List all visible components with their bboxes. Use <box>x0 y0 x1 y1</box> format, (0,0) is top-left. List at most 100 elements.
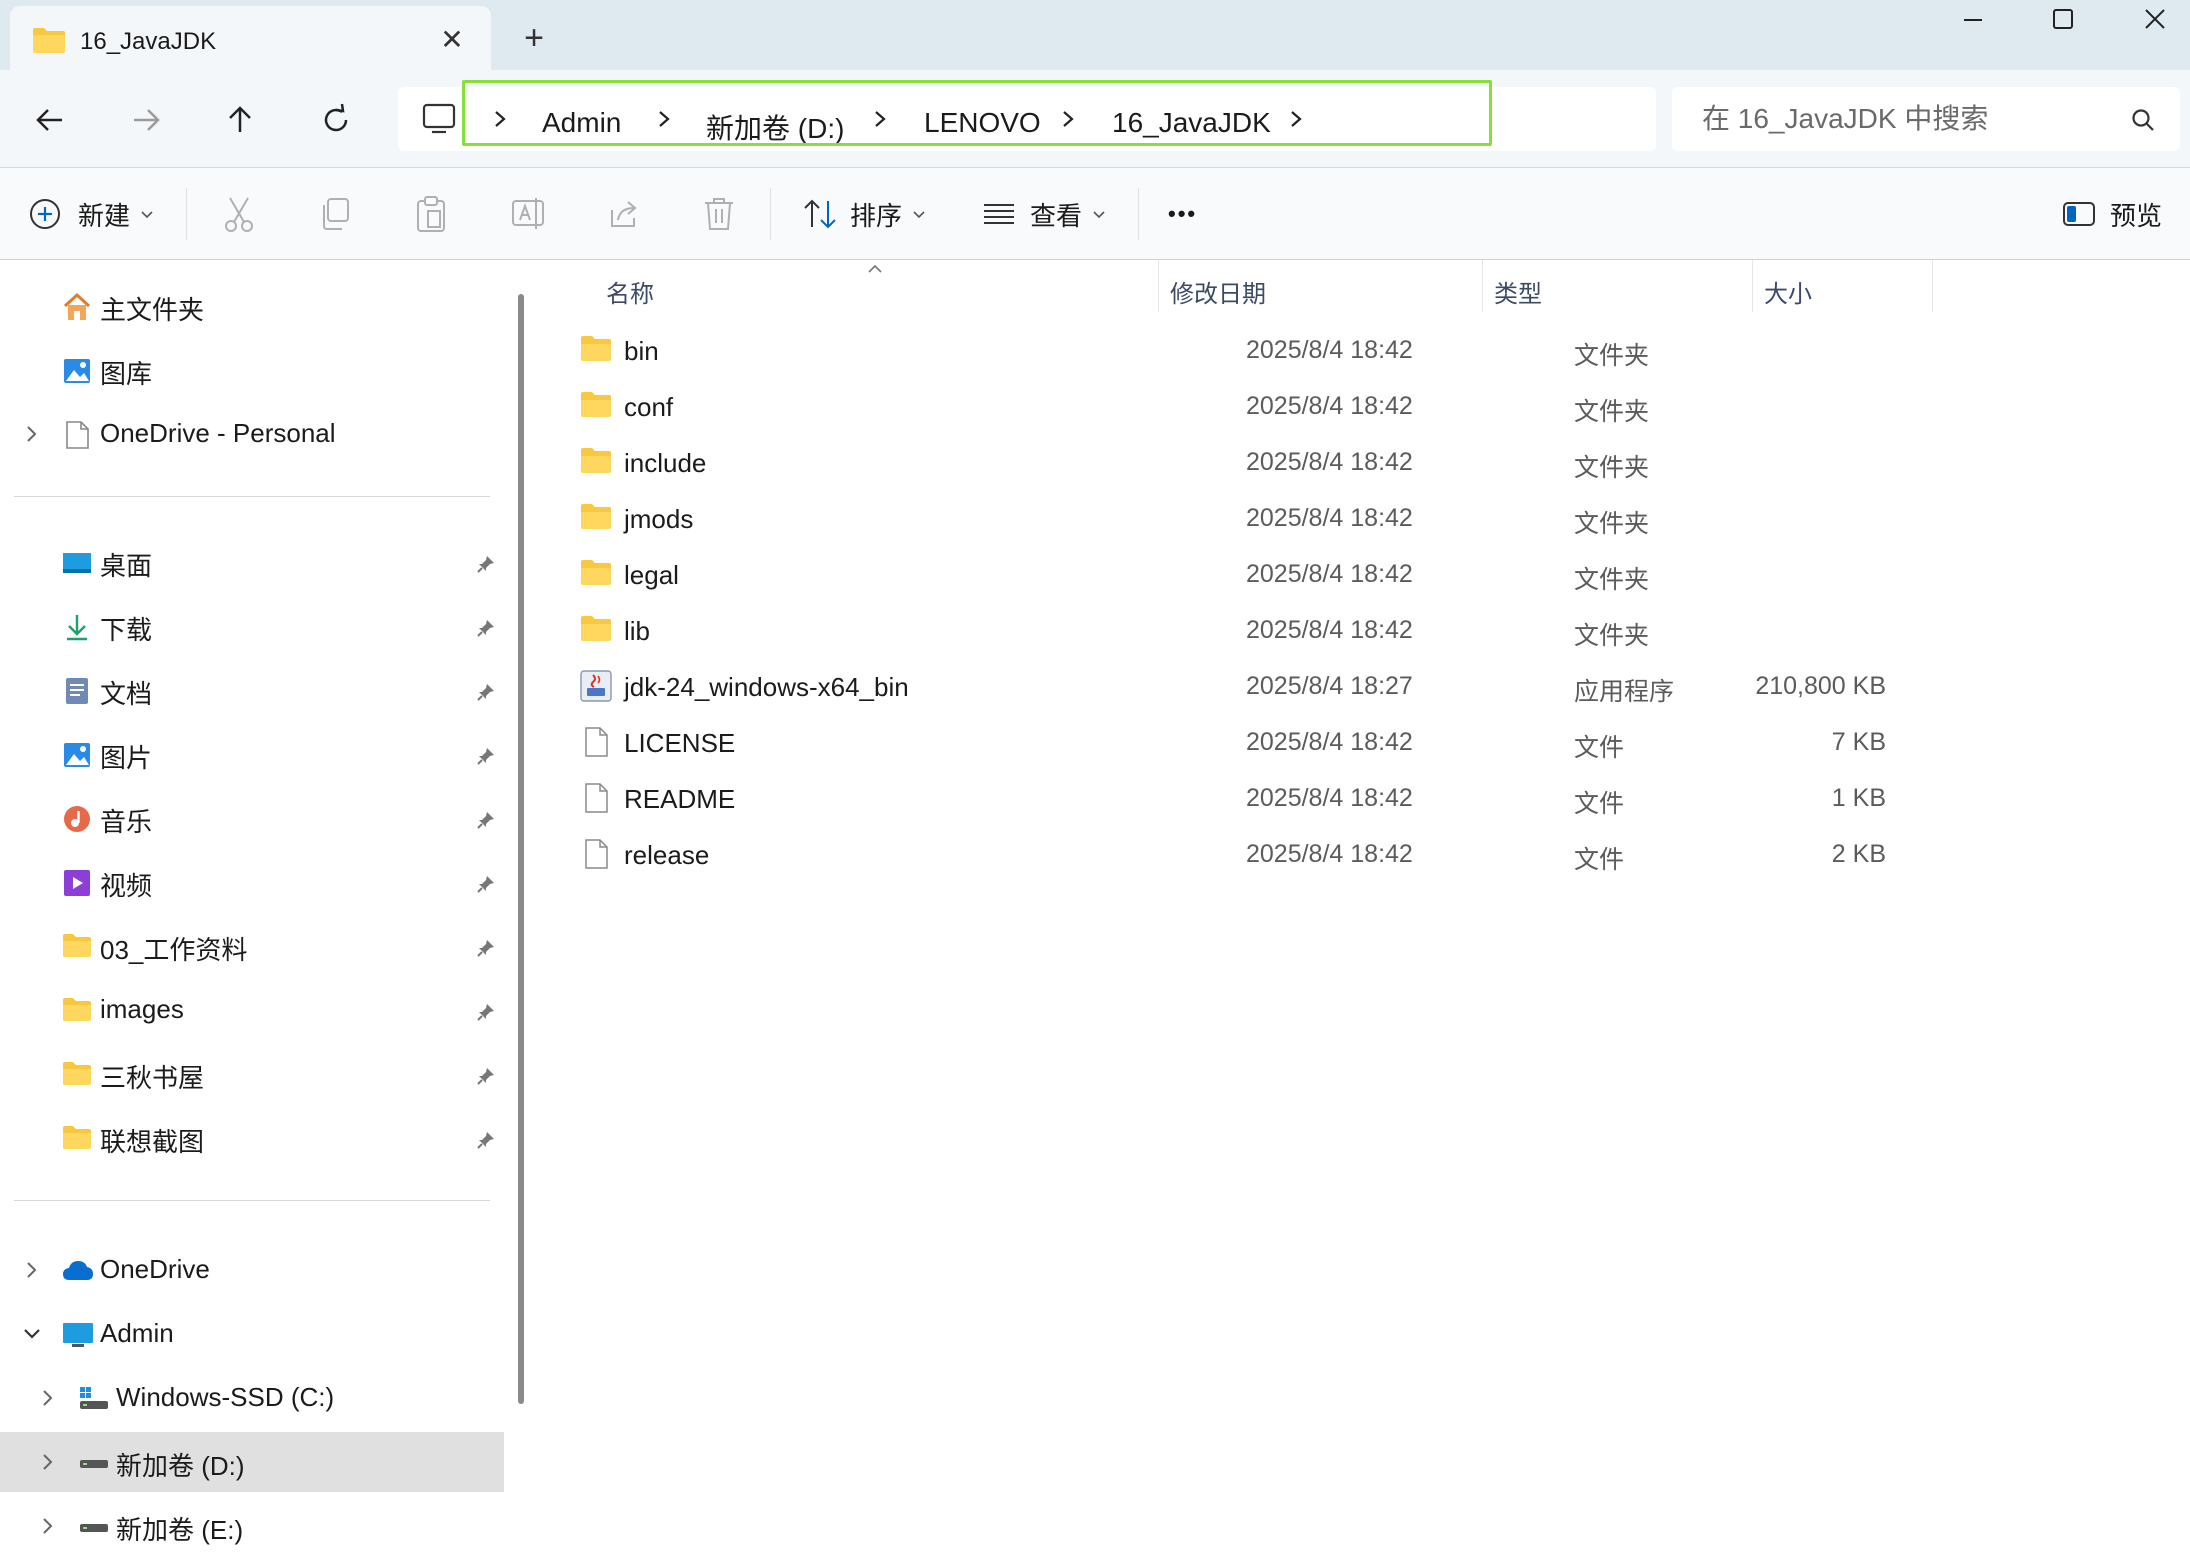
folder-icon <box>580 614 612 646</box>
minimize-button[interactable] <box>1928 0 2018 40</box>
table-row[interactable]: release 2025/8/4 18:42 文件 2 KB <box>574 826 1994 882</box>
chevron-right-icon[interactable] <box>38 1452 58 1477</box>
copy-button[interactable] <box>318 190 352 238</box>
chevron-down-icon[interactable] <box>22 1324 42 1349</box>
sidebar-divider <box>14 1200 490 1201</box>
download-icon <box>62 612 92 642</box>
view-button[interactable]: 查看 <box>982 190 1108 238</box>
back-button[interactable] <box>28 98 72 142</box>
sidebar-scrollbar-thumb[interactable] <box>518 294 524 1404</box>
column-divider[interactable] <box>1158 260 1159 312</box>
scissors-icon <box>225 197 253 232</box>
refresh-button[interactable] <box>314 98 358 142</box>
tab-16-javajdk[interactable]: 16_JavaJDK ✕ <box>10 6 491 70</box>
file-date: 2025/8/4 18:42 <box>1246 448 1413 476</box>
sidebar-item-music[interactable]: 音乐 <box>0 788 504 848</box>
file-list: 名称 修改日期 类型 大小 bin 2025/8/4 18:42 文件夹 con… <box>538 260 2190 1544</box>
sidebar-item-home[interactable]: 主文件夹 <box>0 276 504 336</box>
sidebar-item-work-files[interactable]: 03_工作资料 <box>0 916 504 976</box>
sidebar-item-pictures[interactable]: 图片 <box>0 724 504 784</box>
column-divider[interactable] <box>1752 260 1753 312</box>
sidebar-item-label: 桌面 <box>100 551 153 581</box>
search-box[interactable] <box>1672 87 2180 151</box>
table-row[interactable]: conf 2025/8/4 18:42 文件夹 <box>574 378 1994 434</box>
close-window-button[interactable] <box>2110 0 2190 40</box>
share-button[interactable] <box>606 190 642 238</box>
sidebar-item-images[interactable]: images <box>0 980 504 1040</box>
chevron-right-icon[interactable] <box>22 1260 42 1285</box>
list-view-icon <box>984 204 1014 224</box>
delete-button[interactable] <box>702 190 736 238</box>
column-header-size[interactable]: 大小 <box>1764 274 1812 309</box>
pin-icon[interactable] <box>476 682 496 707</box>
preview-button[interactable]: 预览 <box>2062 190 2162 238</box>
sidebar-item-drive-e[interactable]: 新加卷 (E:) <box>0 1496 504 1556</box>
column-header-type[interactable]: 类型 <box>1494 274 1542 309</box>
pin-icon[interactable] <box>476 1130 496 1155</box>
file-type: 文件夹 <box>1574 510 1650 538</box>
table-row[interactable]: LICENSE 2025/8/4 18:42 文件 7 KB <box>574 714 1994 770</box>
table-row[interactable]: legal 2025/8/4 18:42 文件夹 <box>574 546 1994 602</box>
table-row[interactable]: lib 2025/8/4 18:42 文件夹 <box>574 602 1994 658</box>
trash-icon <box>705 198 733 230</box>
sort-button[interactable]: 排序 <box>802 190 928 238</box>
chevron-right-icon[interactable] <box>38 1388 58 1413</box>
sidebar-item-onedrive[interactable]: OneDrive <box>0 1240 504 1300</box>
column-divider[interactable] <box>1932 260 1933 312</box>
file-type: 文件 <box>1574 790 1625 818</box>
forward-button[interactable] <box>124 98 168 142</box>
toolbar-divider <box>186 188 187 240</box>
paste-button[interactable] <box>414 190 448 238</box>
pin-icon[interactable] <box>476 810 496 835</box>
view-label: 查看 <box>1030 200 1083 231</box>
rename-button[interactable] <box>510 190 546 238</box>
search-icon[interactable] <box>2130 107 2156 138</box>
new-button[interactable]: 新建 <box>28 190 156 238</box>
column-divider[interactable] <box>1482 260 1483 312</box>
sidebar-item-onedrive-personal[interactable]: OneDrive - Personal <box>0 404 504 464</box>
sidebar-item-lenovo-screenshots[interactable]: 联想截图 <box>0 1108 504 1168</box>
more-options-button[interactable]: ••• <box>1168 190 1197 238</box>
sidebar-item-sanqiu-shuwu[interactable]: 三秋书屋 <box>0 1044 504 1104</box>
maximize-button[interactable] <box>2018 0 2108 40</box>
pin-icon[interactable] <box>476 938 496 963</box>
sort-icon <box>804 199 836 229</box>
sidebar-item-label: OneDrive - Personal <box>100 418 336 448</box>
table-row[interactable]: README 2025/8/4 18:42 文件 1 KB <box>574 770 1994 826</box>
folder-icon <box>580 390 612 422</box>
pin-icon[interactable] <box>476 1066 496 1091</box>
column-header-date[interactable]: 修改日期 <box>1170 274 1266 309</box>
close-tab-icon[interactable]: ✕ <box>434 22 470 58</box>
search-input[interactable] <box>1702 103 2122 135</box>
table-row[interactable]: bin 2025/8/4 18:42 文件夹 <box>574 322 1994 378</box>
pin-icon[interactable] <box>476 1002 496 1027</box>
new-tab-button[interactable]: + <box>516 20 552 56</box>
file-date: 2025/8/4 18:42 <box>1246 840 1413 868</box>
sidebar-item-gallery[interactable]: 图库 <box>0 340 504 400</box>
share-icon <box>611 201 637 227</box>
sidebar-item-videos[interactable]: 视频 <box>0 852 504 912</box>
sidebar-item-admin[interactable]: Admin <box>0 1304 504 1364</box>
sidebar-item-drive-c[interactable]: Windows-SSD (C:) <box>0 1368 504 1428</box>
table-row[interactable]: jdk-24_windows-x64_bin 2025/8/4 18:27 应用… <box>574 658 1994 714</box>
sidebar-item-downloads[interactable]: 下载 <box>0 596 504 656</box>
chevron-down-icon <box>141 211 153 219</box>
cut-button[interactable] <box>222 190 256 238</box>
sidebar-item-documents[interactable]: 文档 <box>0 660 504 720</box>
pin-icon[interactable] <box>476 746 496 771</box>
chevron-right-icon[interactable] <box>38 1516 58 1541</box>
pin-icon[interactable] <box>476 874 496 899</box>
sidebar-item-desktop[interactable]: 桌面 <box>0 532 504 592</box>
chevron-right-icon[interactable] <box>22 424 42 449</box>
pin-icon[interactable] <box>476 618 496 643</box>
sidebar-item-label: 图库 <box>100 359 153 389</box>
chevron-down-icon <box>913 211 925 219</box>
file-type: 文件夹 <box>1574 342 1650 370</box>
table-row[interactable]: jmods 2025/8/4 18:42 文件夹 <box>574 490 1994 546</box>
sidebar-item-label: 新加卷 (E:) <box>116 1515 244 1545</box>
column-header-name[interactable]: 名称 <box>606 274 654 309</box>
up-button[interactable] <box>218 98 262 142</box>
pin-icon[interactable] <box>476 554 496 579</box>
table-row[interactable]: include 2025/8/4 18:42 文件夹 <box>574 434 1994 490</box>
sidebar-item-drive-d[interactable]: 新加卷 (D:) <box>0 1432 504 1492</box>
